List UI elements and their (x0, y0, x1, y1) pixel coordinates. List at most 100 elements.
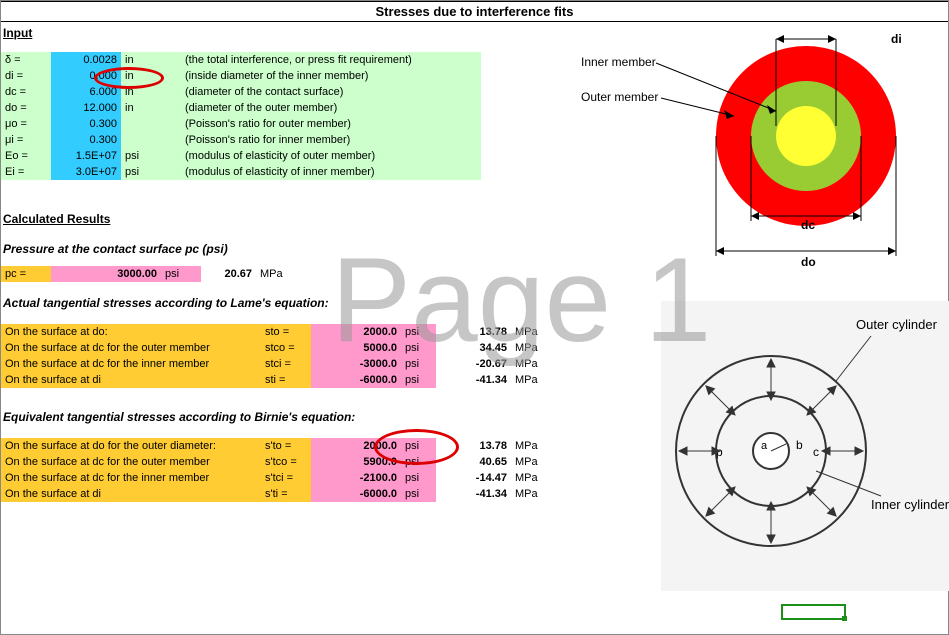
input-unit: psi (121, 164, 151, 180)
stress-val: 5900.0 (311, 454, 401, 470)
input-row: do =12.000in (diameter of the outer membe… (1, 100, 481, 116)
stress-sym: s'tco = (261, 454, 311, 470)
input-val[interactable]: 6.000 (51, 84, 121, 100)
stress-row: On the surface at do:sto =2000.0psi13.78… (1, 324, 551, 340)
stress-unit: psi (401, 356, 436, 372)
stress-label: On the surface at di (1, 486, 261, 502)
stress-alt: 34.45 (436, 340, 511, 356)
pressure-alt-unit: MPa (256, 266, 296, 282)
pressure-sym: pc = (1, 266, 51, 282)
stress-label: On the surface at do for the outer diame… (1, 438, 261, 454)
input-sym: di = (1, 68, 51, 84)
input-sym: do = (1, 100, 51, 116)
input-val[interactable]: 12.000 (51, 100, 121, 116)
input-sym: μo = (1, 116, 51, 132)
stress-val: 2000.0 (311, 438, 401, 454)
stress-unit: psi (401, 324, 436, 340)
stress-label: On the surface at dc for the inner membe… (1, 356, 261, 372)
input-desc: (modulus of elasticity of outer member) (181, 148, 481, 164)
stress-alt: 13.78 (436, 324, 511, 340)
stress-alt: -14.47 (436, 470, 511, 486)
input-desc: (the total interference, or press fit re… (181, 52, 481, 68)
a-label: a (761, 440, 768, 452)
b-label: b (796, 438, 803, 452)
stress-sym: stci = (261, 356, 311, 372)
stress-alt-unit: MPa (511, 470, 551, 486)
input-table: δ =0.0028in(the total interference, or p… (1, 52, 481, 180)
stress-label: On the surface at do: (1, 324, 261, 340)
inner-member-label: Inner member (581, 55, 656, 69)
diagram-concentric: Inner member Outer member di dc do (581, 21, 941, 271)
stress-unit: psi (401, 486, 436, 502)
inner-cyl-label: Inner cylinder (871, 497, 949, 512)
input-desc: (diameter of the contact surface) (181, 84, 481, 100)
input-sym: Ei = (1, 164, 51, 180)
stress-alt-unit: MPa (511, 340, 551, 356)
di-label: di (891, 32, 902, 46)
input-row: dc =6.000in(diameter of the contact surf… (1, 84, 481, 100)
input-desc: (Poisson's ratio for outer member) (181, 116, 481, 132)
input-unit: in (121, 52, 151, 68)
birnie-table: On the surface at do for the outer diame… (1, 438, 551, 502)
lame-table: On the surface at do:sto =2000.0psi13.78… (1, 324, 551, 388)
input-val[interactable]: 0.300 (51, 116, 121, 132)
outer-member-label: Outer member (581, 90, 658, 104)
stress-label: On the surface at dc for the inner membe… (1, 470, 261, 486)
input-val[interactable]: 0.300 (51, 132, 121, 148)
stress-sym: stco = (261, 340, 311, 356)
input-row: di =0.000in(inside diameter of the inner… (1, 68, 481, 84)
stress-alt: -41.34 (436, 486, 511, 502)
stress-alt: -20.67 (436, 356, 511, 372)
stress-alt-unit: MPa (511, 438, 551, 454)
input-desc: (Poisson's ratio for inner member) (181, 132, 481, 148)
input-sym: μi = (1, 132, 51, 148)
stress-row: On the surface at dc for the outer membe… (1, 340, 551, 356)
input-sym: Eo = (1, 148, 51, 164)
stress-row: On the surface at dis'ti =-6000.0psi-41.… (1, 486, 551, 502)
stress-val: 5000.0 (311, 340, 401, 356)
input-row: μi =0.300 (Poisson's ratio for inner memb… (1, 132, 481, 148)
stress-alt-unit: MPa (511, 372, 551, 388)
stress-unit: psi (401, 454, 436, 470)
stress-unit: psi (401, 372, 436, 388)
stress-row: On the surface at dc for the inner membe… (1, 470, 551, 486)
stress-unit: psi (401, 470, 436, 486)
input-unit: in (121, 100, 151, 116)
stress-label: On the surface at dc for the outer membe… (1, 340, 261, 356)
pressure-val: 3000.00 (51, 266, 161, 282)
selected-cell[interactable] (781, 604, 846, 620)
input-sym: dc = (1, 84, 51, 100)
input-unit (121, 132, 151, 148)
pressure-alt: 20.67 (201, 266, 256, 282)
input-desc: (modulus of elasticity of inner member) (181, 164, 481, 180)
input-row: Ei =3.0E+07psi (modulus of elasticity of … (1, 164, 481, 180)
input-val[interactable]: 3.0E+07 (51, 164, 121, 180)
pressure-unit: psi (161, 266, 201, 282)
c-label: c (813, 445, 819, 459)
input-unit (121, 116, 151, 132)
input-unit: in (121, 68, 151, 84)
input-desc: (diameter of the outer member) (181, 100, 481, 116)
stress-val: -6000.0 (311, 372, 401, 388)
input-row: δ =0.0028in(the total interference, or p… (1, 52, 481, 68)
stress-alt-unit: MPa (511, 324, 551, 340)
input-row: Eo =1.5E+07psi (modulus of elasticity of … (1, 148, 481, 164)
stress-sym: sto = (261, 324, 311, 340)
stress-sym: s'to = (261, 438, 311, 454)
input-val[interactable]: 1.5E+07 (51, 148, 121, 164)
stress-row: On the surface at do for the outer diame… (1, 438, 551, 454)
stress-unit: psi (401, 340, 436, 356)
input-val[interactable]: 0.000 (51, 68, 121, 84)
stress-unit: psi (401, 438, 436, 454)
diagram-cylinders: p a b c Outer cylinder Inner (661, 301, 949, 591)
input-row: μo =0.300 (Poisson's ratio for outer memb… (1, 116, 481, 132)
stress-alt: 13.78 (436, 438, 511, 454)
stress-alt-unit: MPa (511, 454, 551, 470)
input-unit: psi (121, 148, 151, 164)
stress-alt-unit: MPa (511, 356, 551, 372)
input-val[interactable]: 0.0028 (51, 52, 121, 68)
stress-alt: -41.34 (436, 372, 511, 388)
stress-alt-unit: MPa (511, 486, 551, 502)
pressure-table: pc = 3000.00 psi 20.67 MPa (1, 266, 296, 282)
stress-label: On the surface at di (1, 372, 261, 388)
